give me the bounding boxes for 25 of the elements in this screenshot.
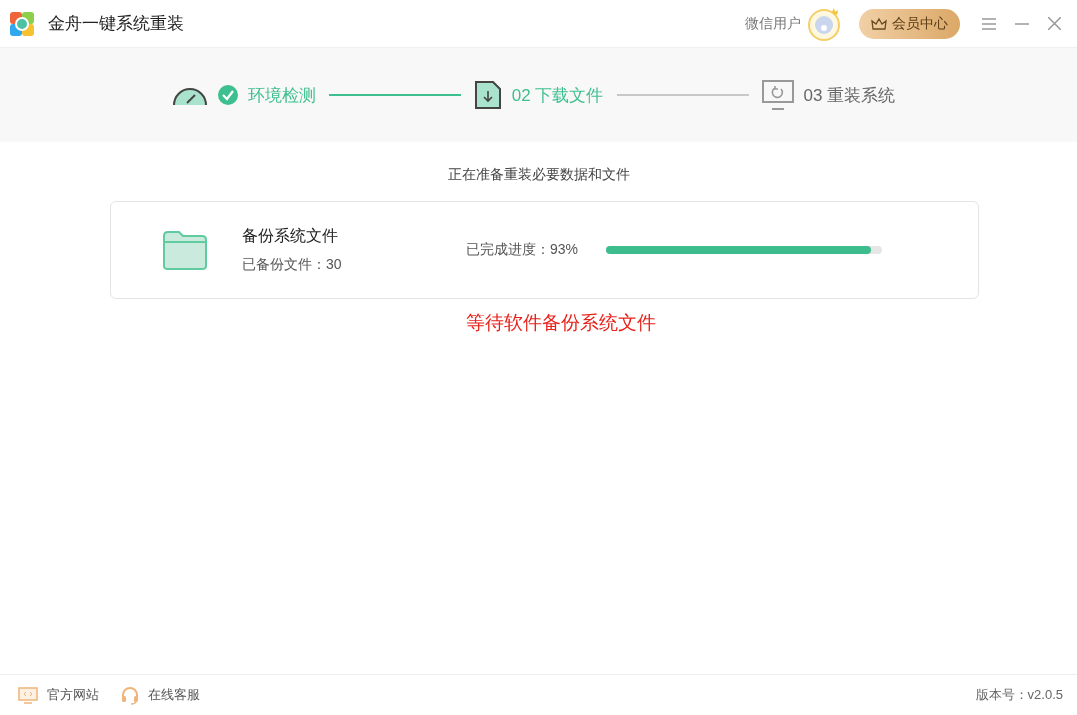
version-text: 版本号：v2.0.5 bbox=[975, 686, 1063, 704]
step-label: 03 重装系统 bbox=[803, 84, 896, 107]
footer-link[interactable]: 在线客服 bbox=[121, 685, 200, 705]
window-title: 金舟一键系统重装 bbox=[48, 13, 184, 35]
folder-icon bbox=[162, 230, 208, 270]
app-logo-icon bbox=[9, 10, 35, 37]
footer-link[interactable]: 官方网站 bbox=[18, 685, 99, 705]
vip-center-button[interactable]: 会员中心 bbox=[859, 8, 960, 39]
menu-icon[interactable] bbox=[982, 17, 996, 30]
progress-label: 已完成进度：93% bbox=[466, 241, 580, 259]
task-title: 备份系统文件 bbox=[242, 226, 339, 246]
headset-icon bbox=[121, 685, 139, 705]
monitor-icon bbox=[18, 686, 38, 704]
monitor-refresh-icon bbox=[761, 80, 794, 110]
status-text: 正在准备重装必要数据和文件 bbox=[446, 166, 631, 184]
gauge-icon bbox=[171, 85, 208, 105]
crown-icon bbox=[871, 16, 887, 31]
step-label: 环境检测 bbox=[247, 84, 316, 107]
step-label: 02 下载文件 bbox=[511, 84, 604, 107]
close-icon[interactable] bbox=[1048, 17, 1061, 30]
file-count: 已备份文件：30 bbox=[242, 256, 343, 274]
file-download-icon bbox=[473, 80, 502, 110]
minimize-icon[interactable] bbox=[1015, 22, 1029, 25]
note-text: 等待软件备份系统文件 bbox=[464, 311, 657, 335]
user-name: 微信用户 bbox=[745, 14, 801, 33]
